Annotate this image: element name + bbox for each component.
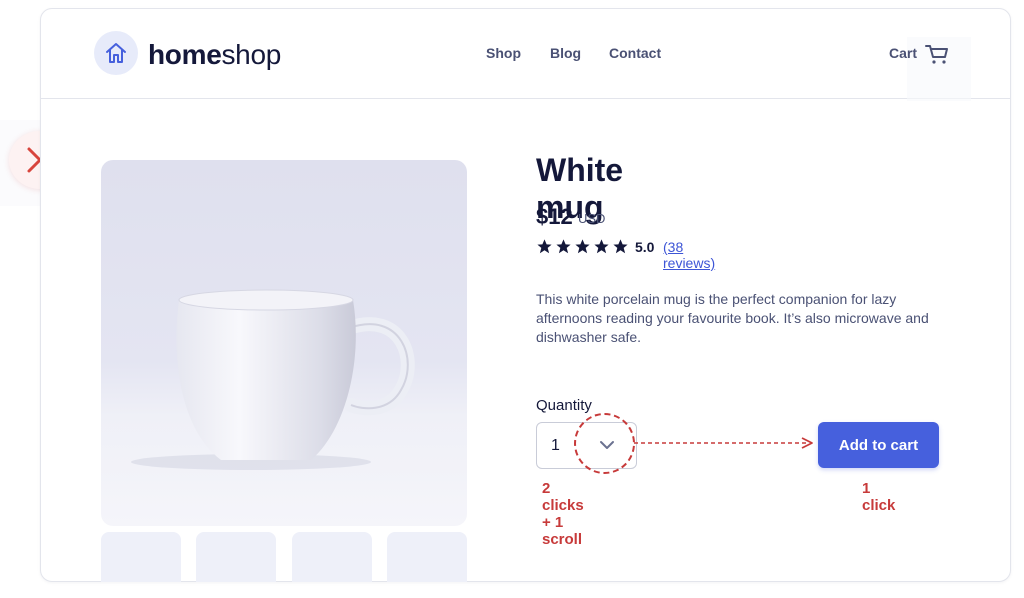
- thumbnail-1[interactable]: [101, 532, 181, 582]
- nav-shop[interactable]: Shop: [486, 45, 521, 61]
- thumbnail-3[interactable]: [292, 532, 372, 582]
- rating-value: 5.0: [635, 239, 655, 255]
- button-annotation: 1 click: [862, 480, 896, 514]
- thumbnail-2[interactable]: [196, 532, 276, 582]
- star-rating: [536, 238, 629, 255]
- quantity-value: 1: [551, 437, 560, 454]
- dropdown-annotation: 2 clicks + 1 scroll: [542, 480, 584, 548]
- cart-icon[interactable]: [925, 43, 949, 65]
- logo-regular-text: shop: [221, 39, 282, 70]
- mug-illustration: [131, 289, 415, 470]
- logo-badge[interactable]: [94, 31, 138, 75]
- thumbnail-4[interactable]: [387, 532, 467, 582]
- product-price: $12: [536, 204, 573, 229]
- star-icon: [594, 239, 609, 254]
- cart-link[interactable]: Cart: [889, 45, 917, 61]
- quantity-label: Quantity: [536, 397, 592, 414]
- price-currency: USD: [578, 211, 606, 226]
- logo-bold-text: home: [148, 39, 222, 70]
- site-header: homeshop Shop Blog Contact Cart: [41, 9, 1010, 101]
- product-description: This white porcelain mug is the perfect …: [536, 291, 929, 345]
- product-photo: [101, 160, 467, 526]
- nav-blog[interactable]: Blog: [550, 45, 581, 61]
- star-icon: [556, 239, 571, 254]
- star-icon: [575, 239, 590, 254]
- dropdown-highlight-circle: [574, 413, 635, 474]
- add-to-cart-button[interactable]: Add to cart: [818, 422, 939, 468]
- dashed-arrow: [634, 437, 813, 449]
- star-icon: [613, 239, 628, 254]
- logo-wordmark[interactable]: homeshop: [148, 39, 281, 71]
- reviews-link[interactable]: (38 reviews): [663, 239, 715, 271]
- star-icon: [537, 239, 552, 254]
- nav-contact[interactable]: Contact: [609, 45, 661, 61]
- house-icon: [106, 43, 126, 63]
